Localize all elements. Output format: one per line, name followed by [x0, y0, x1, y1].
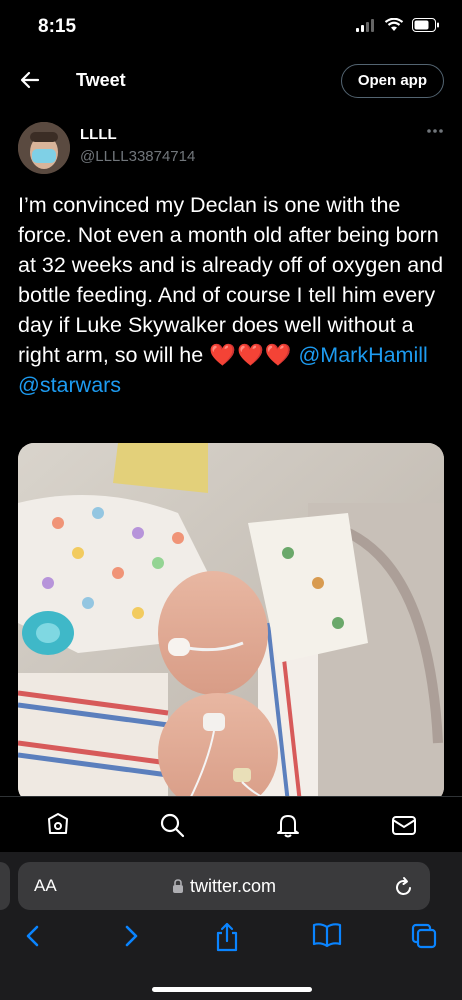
twitter-tab-bar: [0, 796, 462, 852]
status-icons: [356, 18, 440, 32]
author-name[interactable]: LLLL: [80, 126, 117, 143]
bookmarks-icon[interactable]: [312, 922, 342, 948]
explore-icon[interactable]: [44, 811, 72, 839]
browser-toolbar: AA twitter.com: [0, 852, 462, 1000]
tweet-media-photo[interactable]: [18, 443, 444, 803]
tweet-body: I’m convinced my Declan is one with the …: [18, 193, 444, 367]
avatar[interactable]: [18, 122, 70, 174]
signal-icon: [356, 18, 374, 32]
previous-tab-stub[interactable]: [0, 862, 10, 910]
mention-markhamill[interactable]: @MarkHamill: [298, 343, 427, 367]
open-app-button[interactable]: Open app: [340, 64, 444, 98]
status-bar: 8:15: [0, 0, 462, 54]
address-bar[interactable]: AA twitter.com: [18, 862, 430, 910]
page-title: Tweet: [76, 70, 126, 90]
mention-starwars[interactable]: @starwars: [18, 373, 121, 397]
search-icon[interactable]: [158, 811, 186, 839]
reload-icon[interactable]: [394, 875, 414, 897]
author-handle[interactable]: @LLLL33874714: [80, 148, 195, 165]
messages-mail-icon[interactable]: [390, 811, 418, 839]
home-indicator: [152, 987, 312, 992]
url-text: twitter.com: [189, 876, 277, 896]
tweet-text: I’m convinced my Declan is one with the …: [18, 190, 448, 400]
wifi-icon: [384, 18, 404, 31]
tweet-author: LLLL @LLLL33874714: [18, 118, 448, 178]
more-options-icon[interactable]: [426, 128, 444, 134]
browser-back-icon[interactable]: [24, 922, 42, 950]
notifications-bell-icon[interactable]: [274, 811, 302, 839]
tabs-icon[interactable]: [410, 922, 438, 950]
heart-emojis: ❤️❤️❤️: [209, 343, 293, 367]
share-icon[interactable]: [214, 922, 240, 952]
browser-forward-icon[interactable]: [122, 922, 140, 950]
status-time: 8:15: [38, 16, 77, 37]
avatar-image: [18, 122, 70, 174]
battery-icon: [412, 18, 439, 32]
url-display[interactable]: twitter.com: [18, 876, 430, 897]
lock-icon: [172, 879, 183, 893]
back-arrow-icon[interactable]: [18, 68, 42, 92]
nav-bar: Tweet Open app: [0, 58, 462, 104]
baby-photo-image: [18, 443, 444, 803]
